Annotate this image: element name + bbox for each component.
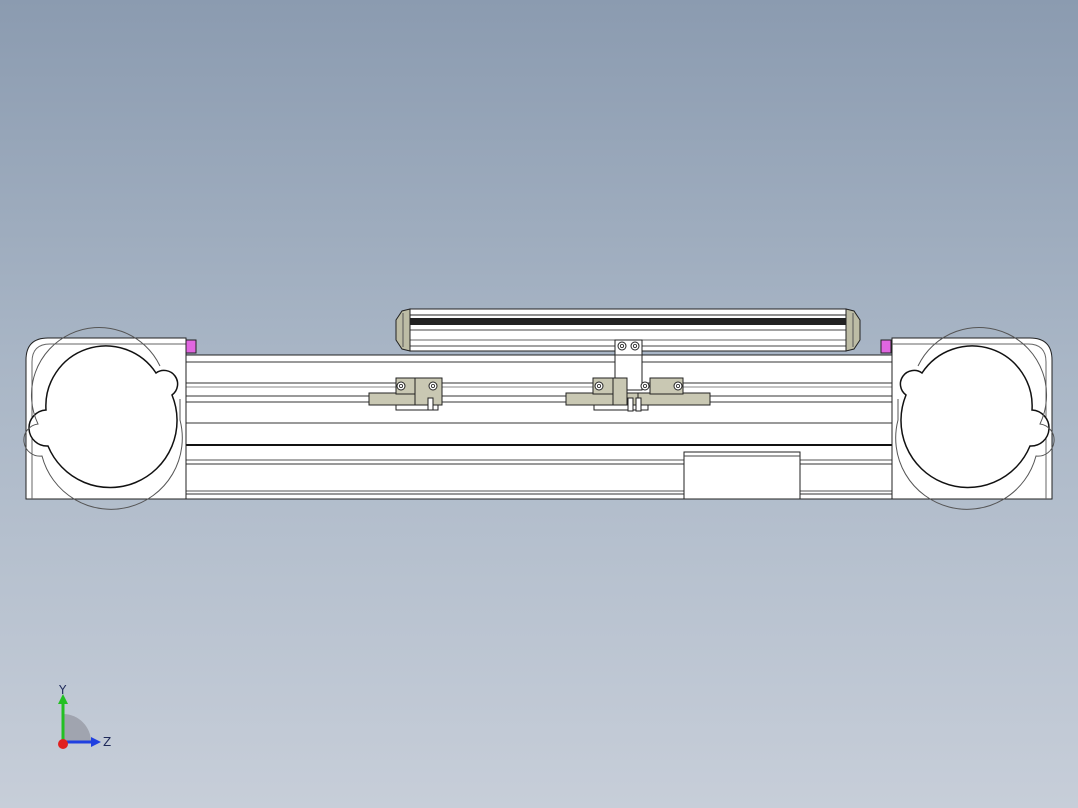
- cylinder-slot: [410, 318, 846, 325]
- y-axis-label: Y: [58, 684, 67, 697]
- z-axis-label: Z: [103, 735, 111, 749]
- right-end-housing[interactable]: [880, 326, 1055, 510]
- left-end-stop: [185, 339, 197, 354]
- triad-quadrant: [63, 714, 91, 742]
- z-arrow-icon: [91, 737, 101, 747]
- rail-body[interactable]: [185, 354, 893, 500]
- linear-module-assembly[interactable]: [0, 0, 1078, 808]
- cad-viewport[interactable]: Y Z: [0, 0, 1078, 808]
- left-end-housing[interactable]: [23, 326, 197, 510]
- rail-bottom-block: [683, 451, 801, 500]
- right-end-stop: [880, 339, 892, 354]
- x-axis-origin-icon: [58, 739, 68, 749]
- coordinate-triad[interactable]: Y Z: [48, 684, 118, 754]
